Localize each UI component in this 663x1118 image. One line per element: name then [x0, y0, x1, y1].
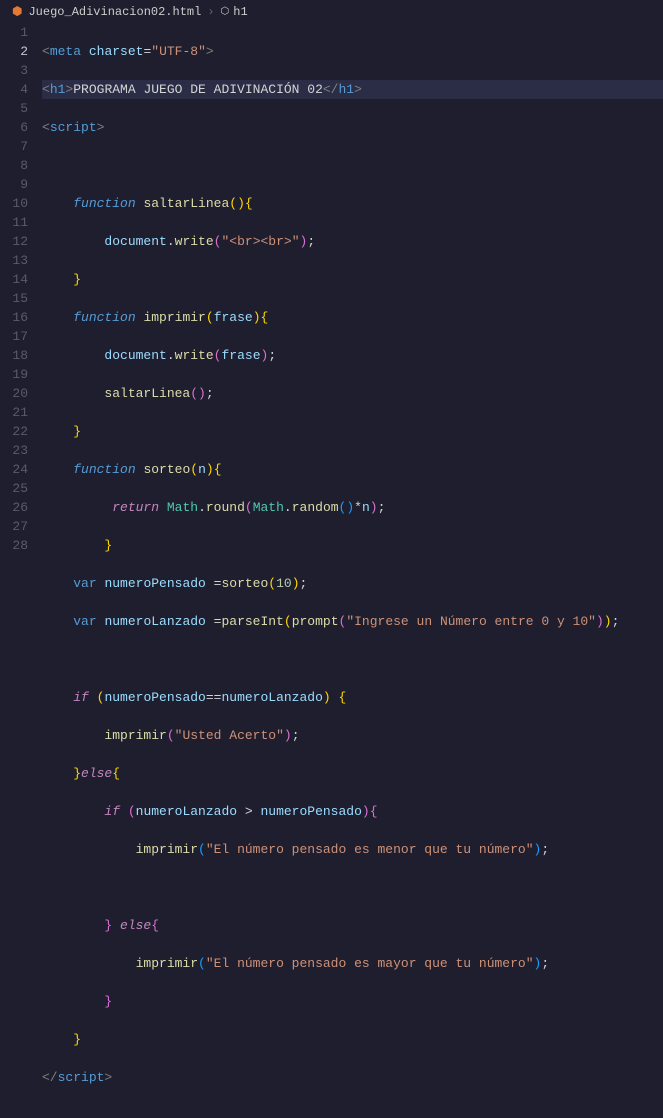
line-number: 20: [0, 384, 28, 403]
code-line[interactable]: document.write("<br><br>");: [42, 232, 663, 251]
line-number: 7: [0, 137, 28, 156]
chevron-right-icon: ›: [207, 5, 214, 19]
code-line[interactable]: function imprimir(frase){: [42, 308, 663, 327]
code-line[interactable]: }else{: [42, 764, 663, 783]
line-number: 19: [0, 365, 28, 384]
code-line[interactable]: document.write(frase);: [42, 346, 663, 365]
line-number: 4: [0, 80, 28, 99]
code-line[interactable]: } else{: [42, 916, 663, 935]
code-line[interactable]: </script>: [42, 1068, 663, 1087]
line-number: 6: [0, 118, 28, 137]
line-number: 2: [0, 42, 28, 61]
breadcrumb-file[interactable]: Juego_Adivinacion02.html: [28, 5, 201, 19]
line-number: 24: [0, 460, 28, 479]
code-line[interactable]: function saltarLinea(){: [42, 194, 663, 213]
tag-icon: ⬡: [221, 6, 230, 18]
line-number: 25: [0, 479, 28, 498]
code-line[interactable]: imprimir("El número pensado es menor que…: [42, 840, 663, 859]
line-number: 1: [0, 23, 28, 42]
line-number: 15: [0, 289, 28, 308]
line-number: 9: [0, 175, 28, 194]
line-number: 5: [0, 99, 28, 118]
line-number: 3: [0, 61, 28, 80]
line-number: 14: [0, 270, 28, 289]
line-number: 18: [0, 346, 28, 365]
breadcrumb[interactable]: ⬢ Juego_Adivinacion02.html › ⬡ h1: [0, 0, 663, 23]
line-number: 27: [0, 517, 28, 536]
line-number: 21: [0, 403, 28, 422]
line-number: 22: [0, 422, 28, 441]
line-number: 10: [0, 194, 28, 213]
code-line[interactable]: var numeroLanzado =parseInt(prompt("Ingr…: [42, 612, 663, 631]
code-line[interactable]: [42, 650, 663, 669]
code-line[interactable]: }: [42, 1030, 663, 1049]
code-line[interactable]: }: [42, 422, 663, 441]
code-line[interactable]: }: [42, 536, 663, 555]
code-line[interactable]: saltarLinea();: [42, 384, 663, 403]
line-number: 13: [0, 251, 28, 270]
code-line[interactable]: [42, 878, 663, 897]
code-line[interactable]: }: [42, 992, 663, 1011]
code-line[interactable]: imprimir("Usted Acerto");: [42, 726, 663, 745]
code-line[interactable]: <meta charset="UTF-8">: [42, 42, 663, 61]
code-line[interactable]: <h1>PROGRAMA JUEGO DE ADIVINACIÓN 02</h1…: [42, 80, 663, 99]
line-number: 23: [0, 441, 28, 460]
code-line[interactable]: return Math.round(Math.random()*n);: [42, 498, 663, 517]
line-number: 12: [0, 232, 28, 251]
line-number-gutter: 1 2 3 4 5 6 7 8 9 10 11 12 13 14 15 16 1…: [0, 23, 42, 1118]
code-editor[interactable]: 1 2 3 4 5 6 7 8 9 10 11 12 13 14 15 16 1…: [0, 23, 663, 1118]
code-line[interactable]: }: [42, 270, 663, 289]
code-line[interactable]: <script>: [42, 118, 663, 137]
breadcrumb-element[interactable]: ⬡ h1: [221, 5, 248, 19]
line-number: 28: [0, 536, 28, 555]
html-file-icon: ⬢: [12, 4, 22, 19]
code-line[interactable]: imprimir("El número pensado es mayor que…: [42, 954, 663, 973]
code-line[interactable]: var numeroPensado =sorteo(10);: [42, 574, 663, 593]
line-number: 26: [0, 498, 28, 517]
code-line[interactable]: if (numeroPensado==numeroLanzado) {: [42, 688, 663, 707]
line-number: 16: [0, 308, 28, 327]
line-number: 17: [0, 327, 28, 346]
code-line[interactable]: [42, 156, 663, 175]
line-number: 11: [0, 213, 28, 232]
breadcrumb-element-label: h1: [233, 5, 247, 19]
code-line[interactable]: if (numeroLanzado > numeroPensado){: [42, 802, 663, 821]
code-content[interactable]: <meta charset="UTF-8"> <h1>PROGRAMA JUEG…: [42, 23, 663, 1118]
code-line[interactable]: function sorteo(n){: [42, 460, 663, 479]
line-number: 8: [0, 156, 28, 175]
